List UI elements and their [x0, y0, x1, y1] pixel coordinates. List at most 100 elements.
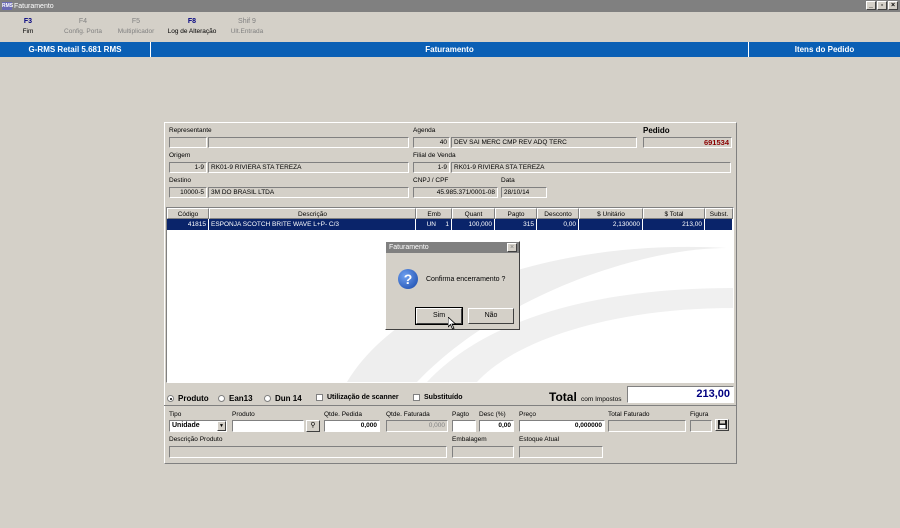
col-codigo[interactable]: Código [167, 208, 209, 219]
qtde-pedida-input[interactable]: 0,000 [324, 420, 380, 432]
dialog-message: Confirma encerramento ? [426, 276, 506, 283]
chevron-down-icon[interactable]: ▼ [217, 421, 226, 431]
data-field[interactable]: 28/10/14 [501, 187, 547, 198]
total-faturado-field[interactable] [608, 420, 686, 432]
pagto-label: Pagto [452, 411, 469, 418]
table-row[interactable]: 41815 ESPONJA SCOTCH BRITE WAVE L+P- C/3… [167, 219, 733, 230]
origem-name-field[interactable]: RK01-9 RIVIERA STA TEREZA [208, 162, 409, 173]
produto-label: Produto [232, 411, 255, 418]
checkbox-substituido[interactable]: Substituído [413, 394, 463, 401]
total-value: 213,00 [627, 386, 734, 403]
dialog-title: Faturamento [389, 244, 429, 251]
cell-descricao: ESPONJA SCOTCH BRITE WAVE L+P- C/3 [209, 219, 416, 230]
agenda-code-field[interactable]: 40 [413, 137, 450, 148]
checkbox-icon [413, 394, 420, 401]
system-version-label: G-RMS Retail 5.681 RMS [0, 42, 151, 57]
tool-f3-fim[interactable]: F3 Fim [18, 18, 38, 35]
estoque-atual-field[interactable] [519, 446, 603, 458]
pagto-input[interactable] [452, 420, 476, 432]
tab-itens-pedido[interactable]: Itens do Pedido [749, 42, 900, 57]
tipo-label: Tipo [169, 411, 182, 418]
binoculars-icon[interactable]: ⚲ [306, 420, 320, 432]
radio-label: Ean13 [229, 394, 253, 403]
col-total[interactable]: $ Total [643, 208, 705, 219]
close-icon[interactable]: × [888, 1, 898, 10]
mouse-cursor-icon [448, 317, 457, 330]
figura-label: Figura [690, 411, 709, 418]
minimize-icon[interactable]: _ [866, 1, 876, 10]
cell-codigo: 41815 [167, 219, 209, 230]
produto-input[interactable] [232, 420, 304, 432]
cell-subst [705, 219, 733, 230]
agenda-label: Agenda [413, 127, 436, 134]
tool-f5-multiplicador[interactable]: F5 Multiplicador [114, 18, 158, 35]
radio-dun14[interactable]: Dun 14 [264, 394, 302, 403]
filial-code-field[interactable]: 1-9 [413, 162, 450, 173]
col-subst[interactable]: Subst. [705, 208, 733, 219]
col-desconto[interactable]: Desconto [537, 208, 579, 219]
tool-key: F5 [131, 18, 141, 25]
radio-label: Produto [178, 394, 209, 403]
cell-desconto: 0,00 [537, 219, 579, 230]
descricao-produto-field[interactable] [169, 446, 447, 458]
tipo-value: Unidade [172, 422, 200, 429]
origem-label: Origem [169, 152, 191, 159]
question-icon: ? [398, 269, 418, 289]
destino-code-field[interactable]: 10000-5 [169, 187, 207, 198]
qtde-faturada-field[interactable]: 0,000 [386, 420, 448, 432]
destino-label: Destino [169, 177, 192, 184]
grid-header: Código Descrição Emb Quant Pagto Descont… [167, 208, 733, 219]
preco-label: Preço [519, 411, 536, 418]
checkbox-scanner[interactable]: Utilização de scanner [316, 394, 399, 401]
tool-key: Shif 9 [238, 18, 256, 25]
function-toolbar: F3 Fim F4 Config. Porta F5 Multiplicador… [0, 14, 900, 40]
dialog-title-bar: Faturamento × [386, 242, 519, 253]
tipo-select[interactable]: Unidade ▼ [169, 420, 227, 432]
tool-key: F8 [187, 18, 197, 25]
tool-f8-log-alteracao[interactable]: F8 Log de Alteração [163, 18, 221, 35]
preco-input[interactable]: 0,000000 [519, 420, 605, 432]
dialog-close-icon[interactable]: × [507, 243, 517, 252]
filial-name-field[interactable]: RK01-9 RIVIERA STA TEREZA [451, 162, 731, 173]
cell-quant: 100,000 [452, 219, 495, 230]
embalagem-label: Embalagem [452, 436, 487, 443]
confirm-dialog: Faturamento × ? Confirma encerramento ? … [385, 241, 520, 330]
pedido-label: Pedido [643, 126, 670, 135]
tool-shift9-ult-entrada[interactable]: Shif 9 Ult.Entrada [226, 18, 268, 35]
cnpj-field[interactable]: 45.985.371/0001-08 [413, 187, 498, 198]
representante-name-field[interactable] [208, 137, 409, 148]
representante-code-field[interactable] [169, 137, 207, 148]
tool-f4-config-porta[interactable]: F4 Config. Porta [60, 18, 106, 35]
checkbox-icon [316, 394, 323, 401]
desc-label: Desc (%) [479, 411, 506, 418]
col-descricao[interactable]: Descrição [209, 208, 416, 219]
section-bar: G-RMS Retail 5.681 RMS Faturamento Itens… [0, 42, 900, 57]
agenda-desc-field[interactable]: DEV SAI MERC CMP REV ADQ TERC [451, 137, 637, 148]
filial-label: Filial de Venda [413, 152, 456, 159]
col-quant[interactable]: Quant [452, 208, 495, 219]
tool-label: Config. Porta [64, 28, 102, 35]
radio-selected-icon [167, 395, 174, 402]
radio-ean13[interactable]: Ean13 [218, 394, 253, 403]
desc-input[interactable]: 0,00 [479, 420, 514, 432]
embalagem-field[interactable] [452, 446, 514, 458]
figura-field[interactable] [690, 420, 712, 432]
title-bar: RMS Faturamento _ ▫ × [0, 0, 900, 12]
total-label: Total [549, 390, 577, 404]
col-pagto[interactable]: Pagto [495, 208, 537, 219]
no-button[interactable]: Não [468, 308, 514, 324]
radio-label: Dun 14 [275, 394, 302, 403]
radio-icon [218, 395, 225, 402]
maximize-icon[interactable]: ▫ [877, 1, 887, 10]
cell-total: 213,00 [643, 219, 705, 230]
radio-produto[interactable]: Produto [167, 394, 209, 403]
pedido-value: 691534 [703, 138, 729, 147]
qtde-pedida-label: Qtde. Pedida [324, 411, 362, 418]
col-emb[interactable]: Emb [416, 208, 452, 219]
origem-code-field[interactable]: 1-9 [169, 162, 207, 173]
descricao-produto-label: Descrição Produto [169, 436, 223, 443]
destino-name-field[interactable]: 3M DO BRASIL LTDA [208, 187, 409, 198]
pedido-field[interactable]: 691534 [643, 137, 732, 148]
save-icon[interactable] [715, 419, 729, 431]
col-unitario[interactable]: $ Unitário [579, 208, 643, 219]
